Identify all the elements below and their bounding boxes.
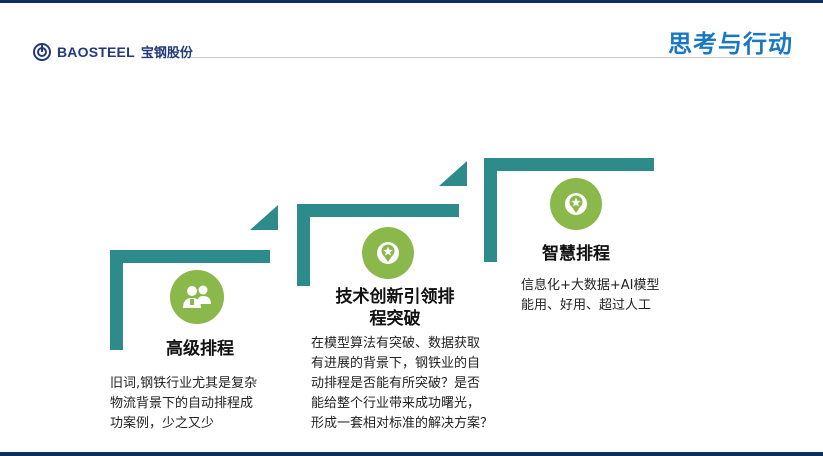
baosteel-logo: BAOSTEEL 宝钢股份	[33, 42, 193, 61]
people-icon	[183, 285, 211, 308]
step-1-icon-circle	[170, 270, 224, 324]
step-2-description: 在模型算法有突破、数据获取 有进展的背景下，钢铁业的自 动排程是否能有所突破？是…	[311, 336, 494, 431]
top-border	[0, 0, 823, 3]
step-3-icon-circle	[550, 178, 602, 230]
step-2-icon-circle	[362, 227, 414, 279]
step-3-description: 信息化+大数据+AI模型 能用、好用、超过人工	[521, 278, 660, 313]
baosteel-logo-icon	[33, 42, 51, 61]
slide-title: 思考与行动	[668, 30, 793, 58]
step-2-title: 技术创新引领排 程突破	[335, 287, 455, 329]
step-3-title: 智慧排程	[542, 244, 610, 264]
logo-name: BAOSTEEL	[57, 43, 135, 60]
star-map-pin-icon	[377, 242, 399, 264]
step-1-description: 旧词,钢铁行业尤其是复杂 物流背景下的自动排程成 功案例，少之又少	[110, 376, 258, 431]
step-1-title: 高级排程	[166, 339, 234, 359]
bottom-border	[0, 452, 823, 456]
star-map-pin-icon	[565, 193, 587, 215]
logo-chinese-name: 宝钢股份	[140, 46, 193, 61]
